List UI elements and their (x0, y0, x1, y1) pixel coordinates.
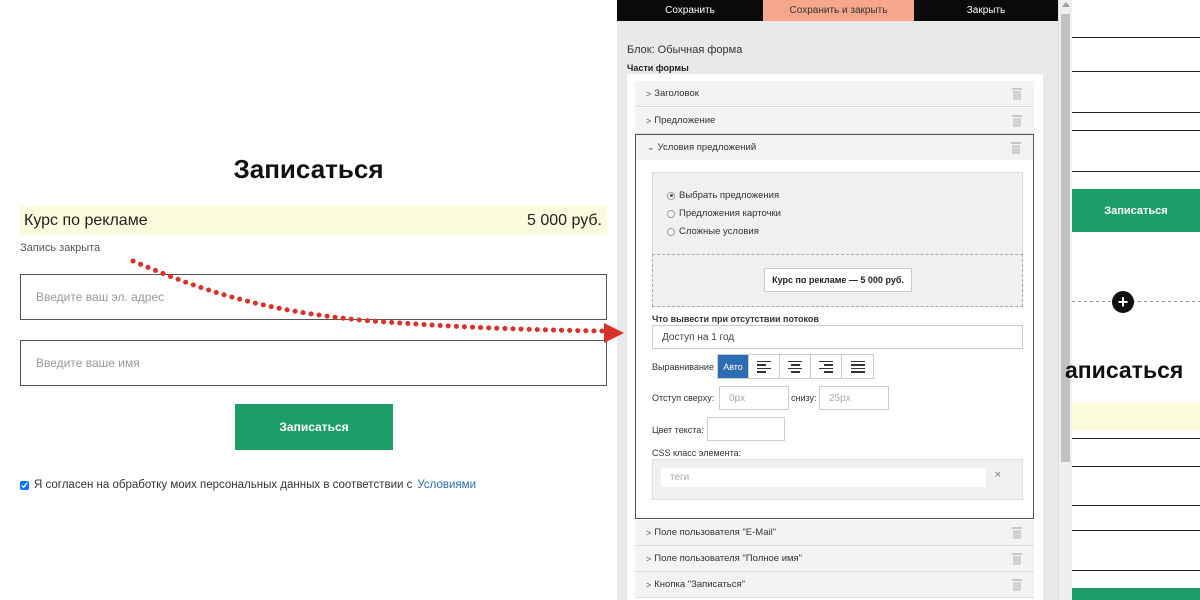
editor-panel: Сохранить Сохранить и закрыть Закрыть Бл… (617, 0, 1058, 600)
radio-label: Сложные условия (679, 226, 759, 237)
radio-select-offers[interactable]: Выбрать предложения (667, 190, 779, 201)
block-label: Блок: Обычная форма (627, 44, 743, 56)
add-block-icon[interactable]: + (1112, 291, 1134, 313)
part-button[interactable]: > Кнопка "Записаться" (635, 572, 1034, 598)
align-right-icon[interactable] (811, 355, 842, 378)
canvas-form-title: аписаться (1065, 357, 1184, 383)
chevron-right-icon: > (646, 579, 652, 590)
subscribe-button[interactable]: Записаться (235, 404, 393, 450)
text-color-input[interactable] (707, 417, 785, 441)
page-canvas: Записаться + аписаться (1065, 0, 1200, 600)
trash-icon[interactable] (1012, 114, 1022, 127)
align-justify-icon[interactable] (842, 355, 873, 378)
margin-bottom-input[interactable]: 25px (819, 386, 889, 410)
chevron-right-icon: > (646, 553, 652, 564)
part-label: Условия предложений (657, 142, 757, 153)
divider (1072, 530, 1200, 531)
canvas-button-partial[interactable] (1072, 588, 1200, 600)
radio-label: Предложения карточки (679, 208, 781, 219)
part-label: Поле пользователя "Полное имя" (654, 553, 803, 564)
consent-row: Я согласен на обработку моих персональны… (20, 479, 476, 491)
no-stream-label: Что вывести при отсутствии потоков (652, 314, 819, 324)
offer-name: Курс по рекламе (24, 211, 148, 229)
part-label: Кнопка "Записаться" (654, 579, 745, 590)
dashed-divider (1072, 301, 1200, 302)
divider (1072, 130, 1200, 131)
form-parts-label: Части формы (627, 63, 689, 73)
form-parts-list: > Заголовок > Предложение ⌄ Условия пред… (627, 74, 1043, 600)
registration-closed-note: Запись закрыта (20, 242, 101, 254)
terms-link[interactable]: Условиями (417, 479, 476, 491)
align-buttons: Авто (717, 354, 874, 379)
part-label: Предложение (654, 115, 716, 126)
canvas-subscribe-button[interactable]: Записаться (1072, 189, 1200, 232)
trash-icon[interactable] (1012, 526, 1022, 539)
consent-text: Я согласен на обработку моих персональны… (34, 479, 413, 491)
part-conditions-expanded: ⌄ Условия предложений Выбрать предложени… (635, 134, 1034, 519)
name-field[interactable] (20, 340, 607, 386)
align-label: Выравнивание (652, 362, 714, 372)
canvas-offer-row (1072, 403, 1200, 431)
save-button[interactable]: Сохранить (617, 0, 763, 21)
close-button[interactable]: Закрыть (914, 0, 1058, 21)
offer-chip[interactable]: Курс по рекламе — 5 000 руб. (764, 268, 912, 292)
divider (1072, 37, 1200, 38)
divider (1072, 438, 1200, 439)
scroll-up-icon[interactable] (1062, 2, 1070, 7)
radio-icon (667, 227, 675, 236)
offer-price: 5 000 руб. (527, 211, 602, 229)
trash-icon[interactable] (1011, 141, 1021, 154)
divider (1072, 112, 1200, 113)
align-center-icon[interactable] (780, 355, 811, 378)
radio-label: Выбрать предложения (679, 190, 780, 201)
chevron-down-icon: ⌄ (647, 142, 655, 152)
form-title: Записаться (233, 154, 384, 184)
chevron-right-icon: > (646, 527, 652, 538)
editor-toolbar: Сохранить Сохранить и закрыть Закрыть (617, 0, 1058, 21)
consent-checkbox[interactable] (20, 480, 29, 490)
trash-icon[interactable] (1012, 552, 1022, 565)
radio-complex-conditions[interactable]: Сложные условия (667, 226, 759, 237)
chevron-right-icon: > (646, 115, 652, 126)
form-preview: Записаться Курс по рекламе 5 000 руб. За… (0, 0, 617, 600)
part-header[interactable]: > Заголовок (635, 81, 1034, 107)
margin-bottom-label: снизу: (791, 393, 817, 403)
radio-icon (667, 209, 675, 218)
offer-mode-options: Выбрать предложения Предложения карточки… (652, 172, 1023, 255)
css-class-label: CSS класс элемента: (652, 448, 742, 458)
radio-icon (667, 191, 675, 200)
scroll-thumb[interactable] (1061, 14, 1070, 462)
align-left-icon[interactable] (749, 355, 780, 378)
css-class-field: теги × (652, 459, 1023, 500)
part-offer[interactable]: > Предложение (635, 108, 1034, 134)
screen: Записаться Курс по рекламе 5 000 руб. За… (0, 0, 1200, 600)
trash-icon[interactable] (1012, 87, 1022, 100)
part-name-field[interactable]: > Поле пользователя "Полное имя" (635, 546, 1034, 572)
offers-drop-zone[interactable]: Курс по рекламе — 5 000 руб. (652, 254, 1023, 307)
radio-card-offers[interactable]: Предложения карточки (667, 208, 781, 219)
offer-row[interactable]: Курс по рекламе 5 000 руб. (20, 206, 607, 235)
part-conditions-header[interactable]: ⌄ Условия предложений (636, 135, 1033, 160)
divider (1072, 466, 1200, 467)
trash-icon[interactable] (1012, 578, 1022, 591)
part-email-field[interactable]: > Поле пользователя "E-Mail" (635, 520, 1034, 546)
no-stream-input[interactable]: Доступ на 1 год (652, 325, 1023, 349)
css-class-input[interactable]: теги (661, 468, 986, 487)
part-label: Поле пользователя "E-Mail" (654, 527, 777, 538)
divider (1072, 71, 1200, 72)
align-auto-button[interactable]: Авто (718, 355, 749, 378)
divider (1072, 171, 1200, 172)
divider (1072, 505, 1200, 506)
margin-top-input[interactable]: 0px (719, 386, 789, 410)
editor-scrollbar[interactable] (1058, 0, 1072, 600)
chevron-right-icon: > (646, 88, 652, 99)
text-color-label: Цвет текста: (652, 425, 704, 435)
clear-icon[interactable]: × (995, 469, 1001, 481)
email-field[interactable] (20, 274, 607, 320)
save-and-close-button[interactable]: Сохранить и закрыть (763, 0, 914, 21)
part-label: Заголовок (654, 88, 699, 99)
divider (1072, 570, 1200, 571)
margin-top-label: Отступ сверху: (652, 393, 715, 403)
